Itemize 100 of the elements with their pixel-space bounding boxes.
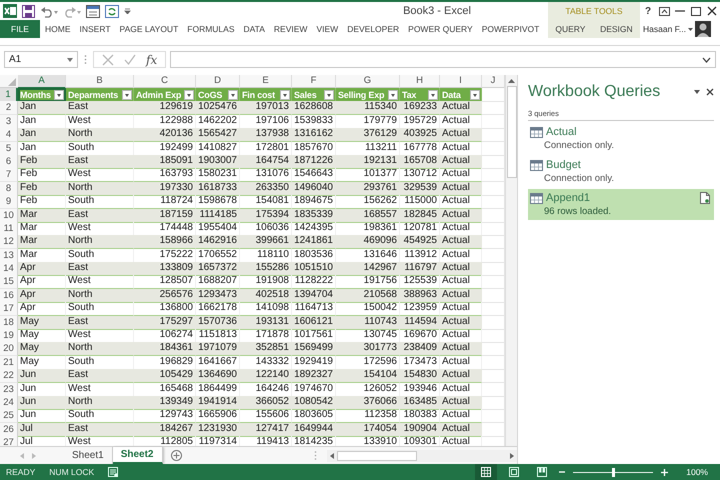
filter-button[interactable] <box>280 90 290 100</box>
table-cell: 187159 <box>134 208 196 223</box>
row-header[interactable]: 27 <box>0 436 18 446</box>
row-header[interactable]: 22 <box>0 369 18 384</box>
add-sheet-icon[interactable] <box>170 450 182 461</box>
filter-button[interactable] <box>324 90 334 100</box>
row-header[interactable]: 7 <box>0 168 18 182</box>
row-header[interactable]: 9 <box>0 195 18 210</box>
previous-sheet-icon[interactable] <box>20 452 24 458</box>
filter-button[interactable] <box>122 90 132 100</box>
sheet-tab[interactable]: Sheet2 <box>112 447 162 464</box>
ribbon-tab[interactable]: INSERT <box>76 20 115 38</box>
undo-icon[interactable] <box>40 4 58 18</box>
table-cell: 1903007 <box>196 154 240 169</box>
row-header[interactable]: 13 <box>0 248 18 263</box>
enter-icon[interactable] <box>124 54 136 66</box>
form-icon[interactable] <box>86 4 100 18</box>
row-header[interactable]: 25 <box>0 409 18 424</box>
row-header[interactable]: 3 <box>0 114 18 129</box>
column-title: Sales <box>294 89 317 101</box>
row-header[interactable]: 20 <box>0 342 18 356</box>
ribbon-tab[interactable]: FORMULAS <box>183 20 238 38</box>
filter-button[interactable] <box>184 90 194 100</box>
row-header[interactable]: 4 <box>0 128 18 142</box>
ribbon-tab[interactable]: VIEW <box>312 20 342 38</box>
table-cell: 1618733 <box>196 182 240 196</box>
row-header[interactable]: 23 <box>0 382 18 397</box>
zoom-out-icon[interactable] <box>559 469 566 475</box>
query-item[interactable]: Actual Connection only. <box>528 123 714 154</box>
row-header[interactable]: 1 <box>0 88 18 102</box>
ribbon-tab[interactable]: HOME <box>41 20 74 38</box>
query-item[interactable]: Append1 96 rows loaded. <box>528 189 714 220</box>
scroll-thumb[interactable] <box>506 86 516 178</box>
table-cell: Actual <box>440 101 482 116</box>
customize-caret-icon[interactable] <box>124 8 131 14</box>
ribbon-tab[interactable]: POWER QUERY <box>404 20 477 38</box>
formula-input[interactable] <box>170 51 716 68</box>
ribbon-tab[interactable]: DESIGN <box>596 20 637 38</box>
row-header[interactable]: 21 <box>0 356 18 370</box>
ribbon-tab[interactable]: DATA <box>240 20 269 38</box>
row-header[interactable]: 6 <box>0 154 18 169</box>
row-header[interactable]: 15 <box>0 275 18 290</box>
scroll-left-icon[interactable] <box>330 452 334 458</box>
table-cell: East <box>66 262 134 276</box>
vertical-scrollbar[interactable] <box>505 75 517 446</box>
scroll-right-icon[interactable] <box>510 452 514 458</box>
row-header[interactable]: 16 <box>0 288 18 303</box>
zoom-slider-thumb[interactable] <box>612 468 615 476</box>
ribbon-tab[interactable]: QUERY <box>551 20 590 38</box>
filter-button[interactable] <box>470 90 480 100</box>
close-icon[interactable] <box>706 88 714 96</box>
normal-view-button[interactable] <box>475 464 498 480</box>
table-cell: 1241861 <box>292 235 336 250</box>
column-title: Deparments <box>68 89 118 101</box>
row-header[interactable]: 19 <box>0 329 18 344</box>
insert-function-button[interactable]: fx <box>146 52 158 66</box>
scroll-thumb[interactable] <box>337 450 417 460</box>
row-header[interactable]: 26 <box>0 422 18 437</box>
expand-caret-icon[interactable] <box>702 56 711 62</box>
help-button[interactable]: ? <box>640 3 656 19</box>
ribbon-tab[interactable]: DEVELOPER <box>343 20 404 38</box>
ribbon-tab[interactable]: REVIEW <box>270 20 312 38</box>
horizontal-scrollbar[interactable] <box>327 450 517 462</box>
scroll-up-icon[interactable] <box>508 79 515 83</box>
document-icon[interactable] <box>700 192 710 204</box>
zoom-level-button[interactable]: 100% <box>686 467 708 477</box>
row-header[interactable]: 5 <box>0 142 18 156</box>
next-sheet-icon[interactable] <box>32 452 36 458</box>
refresh-icon[interactable] <box>105 4 119 18</box>
query-name: Append1 <box>546 192 592 204</box>
filter-button[interactable] <box>388 90 398 100</box>
row-header[interactable]: 17 <box>0 302 18 316</box>
filter-button[interactable] <box>54 90 64 100</box>
ribbon-tab[interactable]: PAGE LAYOUT <box>116 20 182 38</box>
cancel-icon[interactable] <box>102 54 114 66</box>
query-item[interactable]: Budget Connection only. <box>528 156 714 187</box>
save-icon[interactable] <box>22 4 35 18</box>
spreadsheet-logo-icon[interactable] <box>3 4 17 18</box>
filter-button[interactable] <box>428 90 438 100</box>
zoom-in-icon[interactable] <box>661 468 668 476</box>
avatar-icon[interactable] <box>695 21 711 37</box>
macro-record-icon[interactable] <box>108 467 118 477</box>
redo-icon[interactable] <box>63 4 81 18</box>
ribbon-tab[interactable]: FILE <box>0 20 40 38</box>
row-header[interactable]: 12 <box>0 235 18 250</box>
table-cell: 105429 <box>134 369 196 384</box>
row-header[interactable]: 24 <box>0 396 18 410</box>
row-header[interactable]: 11 <box>0 222 18 236</box>
pane-options-icon[interactable] <box>694 90 700 94</box>
filter-button[interactable] <box>228 90 238 100</box>
account-button[interactable]: Hasaan F... <box>643 24 693 34</box>
ribbon-tab[interactable]: POWERPIVOT <box>478 20 544 38</box>
column-header[interactable]: A <box>18 75 66 89</box>
row-header[interactable]: 2 <box>0 101 18 116</box>
row-header[interactable]: 18 <box>0 316 18 330</box>
row-header[interactable]: 10 <box>0 208 18 223</box>
row-header[interactable]: 14 <box>0 262 18 276</box>
table-cell: 168557 <box>336 208 400 223</box>
name-box[interactable]: A1 <box>4 51 78 68</box>
row-header[interactable]: 8 <box>0 182 18 196</box>
